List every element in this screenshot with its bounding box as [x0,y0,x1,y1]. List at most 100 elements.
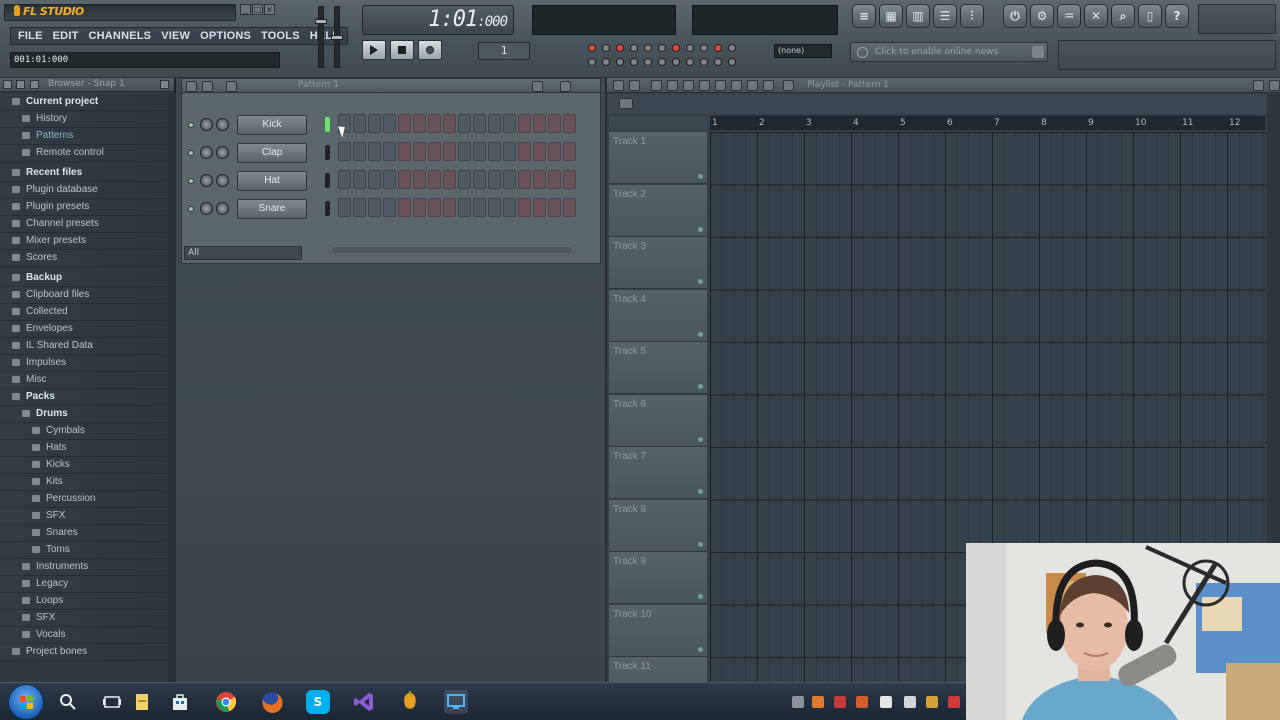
step-button[interactable] [533,170,546,189]
record-button[interactable] [418,40,442,60]
browser-item[interactable]: Vocals [0,627,176,644]
track-header[interactable]: Track 10 [609,604,707,657]
step-button[interactable] [413,114,426,133]
step-button[interactable] [518,142,531,161]
browser-item[interactable]: Envelopes [0,321,176,338]
channel-select-indicator[interactable] [325,145,330,160]
tray-app-icon[interactable] [926,696,938,708]
playlist-icon[interactable]: ≡ [852,4,876,28]
draw-icon[interactable] [651,80,662,91]
file-explorer-icon[interactable] [130,690,154,714]
step-button[interactable] [353,198,366,217]
step-button[interactable] [338,170,351,189]
snap-select[interactable]: (none) [774,44,832,58]
fl-studio-icon[interactable] [398,690,422,714]
channel-select-indicator[interactable] [325,173,330,188]
toggle-dot[interactable] [644,44,652,52]
tray-app-icon[interactable] [834,696,846,708]
step-button[interactable] [413,170,426,189]
step-button[interactable] [383,198,396,217]
browser-item[interactable]: Project bones [0,644,176,661]
step-button[interactable] [428,142,441,161]
pan-knob[interactable] [216,202,229,215]
step-button[interactable] [353,142,366,161]
step-button[interactable] [533,142,546,161]
browser-item[interactable]: Current project [0,94,176,111]
tray-app-icon[interactable] [948,696,960,708]
browser-item[interactable]: Plugin database [0,182,176,199]
step-button[interactable] [563,142,576,161]
track-mute-led[interactable] [698,436,703,442]
step-button[interactable] [548,114,561,133]
toggle-dot[interactable] [602,44,610,52]
step-button[interactable] [488,170,501,189]
graph-icon[interactable] [226,81,237,92]
help-icon[interactable]: ? [1165,4,1189,28]
step-button[interactable] [413,142,426,161]
browser-item[interactable]: Percussion [0,491,176,508]
step-button[interactable] [353,170,366,189]
track-mute-led[interactable] [698,279,703,284]
step-button[interactable] [353,114,366,133]
toggle-dot[interactable] [630,44,638,52]
delete-icon[interactable]: ✕ [1084,4,1108,28]
plugin-picker-icon[interactable]: ⏻ [1003,4,1027,28]
channel-filter[interactable]: All [184,246,302,260]
browser-icon[interactable]: ☰ [933,4,957,28]
step-button[interactable] [428,170,441,189]
slice-icon[interactable] [715,80,726,91]
slider-knob[interactable] [331,35,343,40]
store-icon[interactable] [168,690,192,714]
step-button[interactable] [338,142,351,161]
start-button[interactable] [8,684,44,720]
toggle-dot[interactable] [700,44,708,52]
channel-select-indicator[interactable] [325,117,330,132]
step-button[interactable] [383,170,396,189]
browser-item[interactable]: Channel presets [0,216,176,233]
step-button[interactable] [473,142,486,161]
view-icon[interactable] [30,80,39,89]
close-button[interactable]: × [264,4,275,15]
browser-item[interactable]: Loops [0,593,176,610]
toggle-dot[interactable] [672,58,680,66]
back-icon[interactable] [16,80,25,89]
browser-item[interactable]: Backup [0,270,176,287]
step-button[interactable] [458,198,471,217]
step-button[interactable] [398,198,411,217]
home-icon[interactable] [629,80,640,91]
track-mute-led[interactable] [698,226,703,232]
step-sequencer-icon[interactable]: ▥ [906,4,930,28]
step-button[interactable] [488,142,501,161]
browser-item[interactable]: Toms [0,542,176,559]
step-button[interactable] [518,114,531,133]
step-button[interactable] [398,142,411,161]
step-button[interactable] [473,198,486,217]
step-button[interactable] [548,142,561,161]
select-icon[interactable] [731,80,742,91]
search-icon[interactable] [56,690,80,714]
step-button[interactable] [518,198,531,217]
step-button[interactable] [428,114,441,133]
track-header[interactable]: Track 5 [609,342,707,394]
step-button[interactable] [443,170,456,189]
toggle-dot[interactable] [644,58,652,66]
toggle-dot[interactable] [658,58,666,66]
track-header[interactable]: Track 8 [609,499,707,552]
snap-icon[interactable] [619,98,633,109]
step-button[interactable] [488,114,501,133]
track-header[interactable]: Track 2 [609,184,707,237]
news-go-button[interactable] [1032,46,1044,58]
online-news-bar[interactable]: Click to enable online news [850,42,1048,62]
piano-roll-icon[interactable]: ▦ [879,4,903,28]
track-header[interactable]: Track 9 [609,552,707,604]
track-header[interactable]: Track 7 [609,447,707,499]
channel-mute-led[interactable] [188,122,194,128]
close-icon[interactable] [160,80,169,89]
browser-item[interactable]: Packs [0,389,176,406]
channel-select-indicator[interactable] [325,201,330,216]
step-button[interactable] [458,114,471,133]
toggle-dot[interactable] [714,44,722,52]
track-header[interactable]: Track 3 [609,237,707,289]
menu-arrow-icon[interactable] [613,80,624,91]
volume-knob[interactable] [200,146,213,159]
